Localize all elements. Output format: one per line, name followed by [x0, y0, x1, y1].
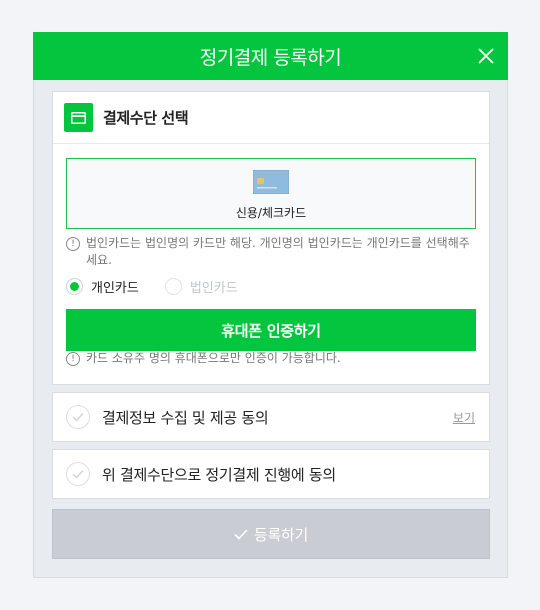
checkmark-icon	[72, 470, 84, 479]
radio-button[interactable]	[66, 278, 83, 295]
card-header: 결제수단 선택	[53, 92, 489, 144]
modal-header: 정기결제 등록하기	[33, 32, 508, 80]
section-title: 결제수단 선택	[103, 109, 189, 127]
checkmark-icon	[234, 528, 248, 540]
register-button[interactable]: 등록하기	[52, 509, 490, 559]
payment-method-card: 결제수단 선택 신용/체크카드 ! 법인카드는 법인명의 카드만 해당. 개인명…	[52, 91, 490, 385]
register-label: 등록하기	[253, 525, 308, 544]
radio-button[interactable]	[164, 278, 182, 295]
view-terms-link[interactable]: 보기	[453, 409, 475, 426]
card-image-icon	[253, 170, 289, 194]
close-button[interactable]	[474, 44, 498, 68]
radio-label: 법인카드	[189, 281, 238, 296]
credit-card-label: 신용/체크카드	[235, 206, 307, 220]
credit-card-icon	[64, 103, 93, 132]
agree-info-collection[interactable]: 결제정보 수집 및 제공 동의 보기	[52, 392, 490, 442]
radio-personal-card[interactable]: 개인카드	[66, 277, 139, 296]
close-icon	[478, 48, 494, 64]
card-type-radio-group: 개인카드 법인카드	[66, 277, 264, 296]
verify-notice-text: 카드 소유주 명의 휴대폰으로만 인증이 가능합니다.	[86, 351, 341, 365]
radio-corporate-card[interactable]: 법인카드	[164, 277, 238, 296]
agree-label: 결제정보 수집 및 제공 동의	[102, 408, 269, 427]
payment-modal: 정기결제 등록하기 결제수단 선택 신용/체크카드 ! 법인카드는 법인명의 카…	[33, 32, 508, 578]
corporate-card-notice: ! 법인카드는 법인명의 카드만 해당. 개인명의 법인카드는 개인카드를 선택…	[66, 235, 476, 269]
agree-label: 위 결제수단으로 정기결제 진행에 동의	[102, 465, 336, 484]
phone-verify-button[interactable]: 휴대폰 인증하기	[66, 309, 476, 351]
checkmark-icon	[72, 413, 84, 422]
info-icon: !	[66, 352, 80, 366]
credit-card-option[interactable]: 신용/체크카드	[66, 158, 476, 229]
verify-notice: ! 카드 소유주 명의 휴대폰으로만 인증이 가능합니다.	[66, 350, 476, 367]
radio-label: 개인카드	[91, 281, 139, 296]
checkbox-circle[interactable]	[66, 405, 90, 429]
agree-recurring-payment[interactable]: 위 결제수단으로 정기결제 진행에 동의	[52, 449, 490, 499]
info-icon: !	[66, 237, 80, 251]
notice-text: 법인카드는 법인명의 카드만 해당. 개인명의 법인카드는 개인카드를 선택해주…	[86, 236, 470, 267]
modal-title: 정기결제 등록하기	[199, 46, 342, 69]
checkbox-circle[interactable]	[66, 462, 90, 486]
